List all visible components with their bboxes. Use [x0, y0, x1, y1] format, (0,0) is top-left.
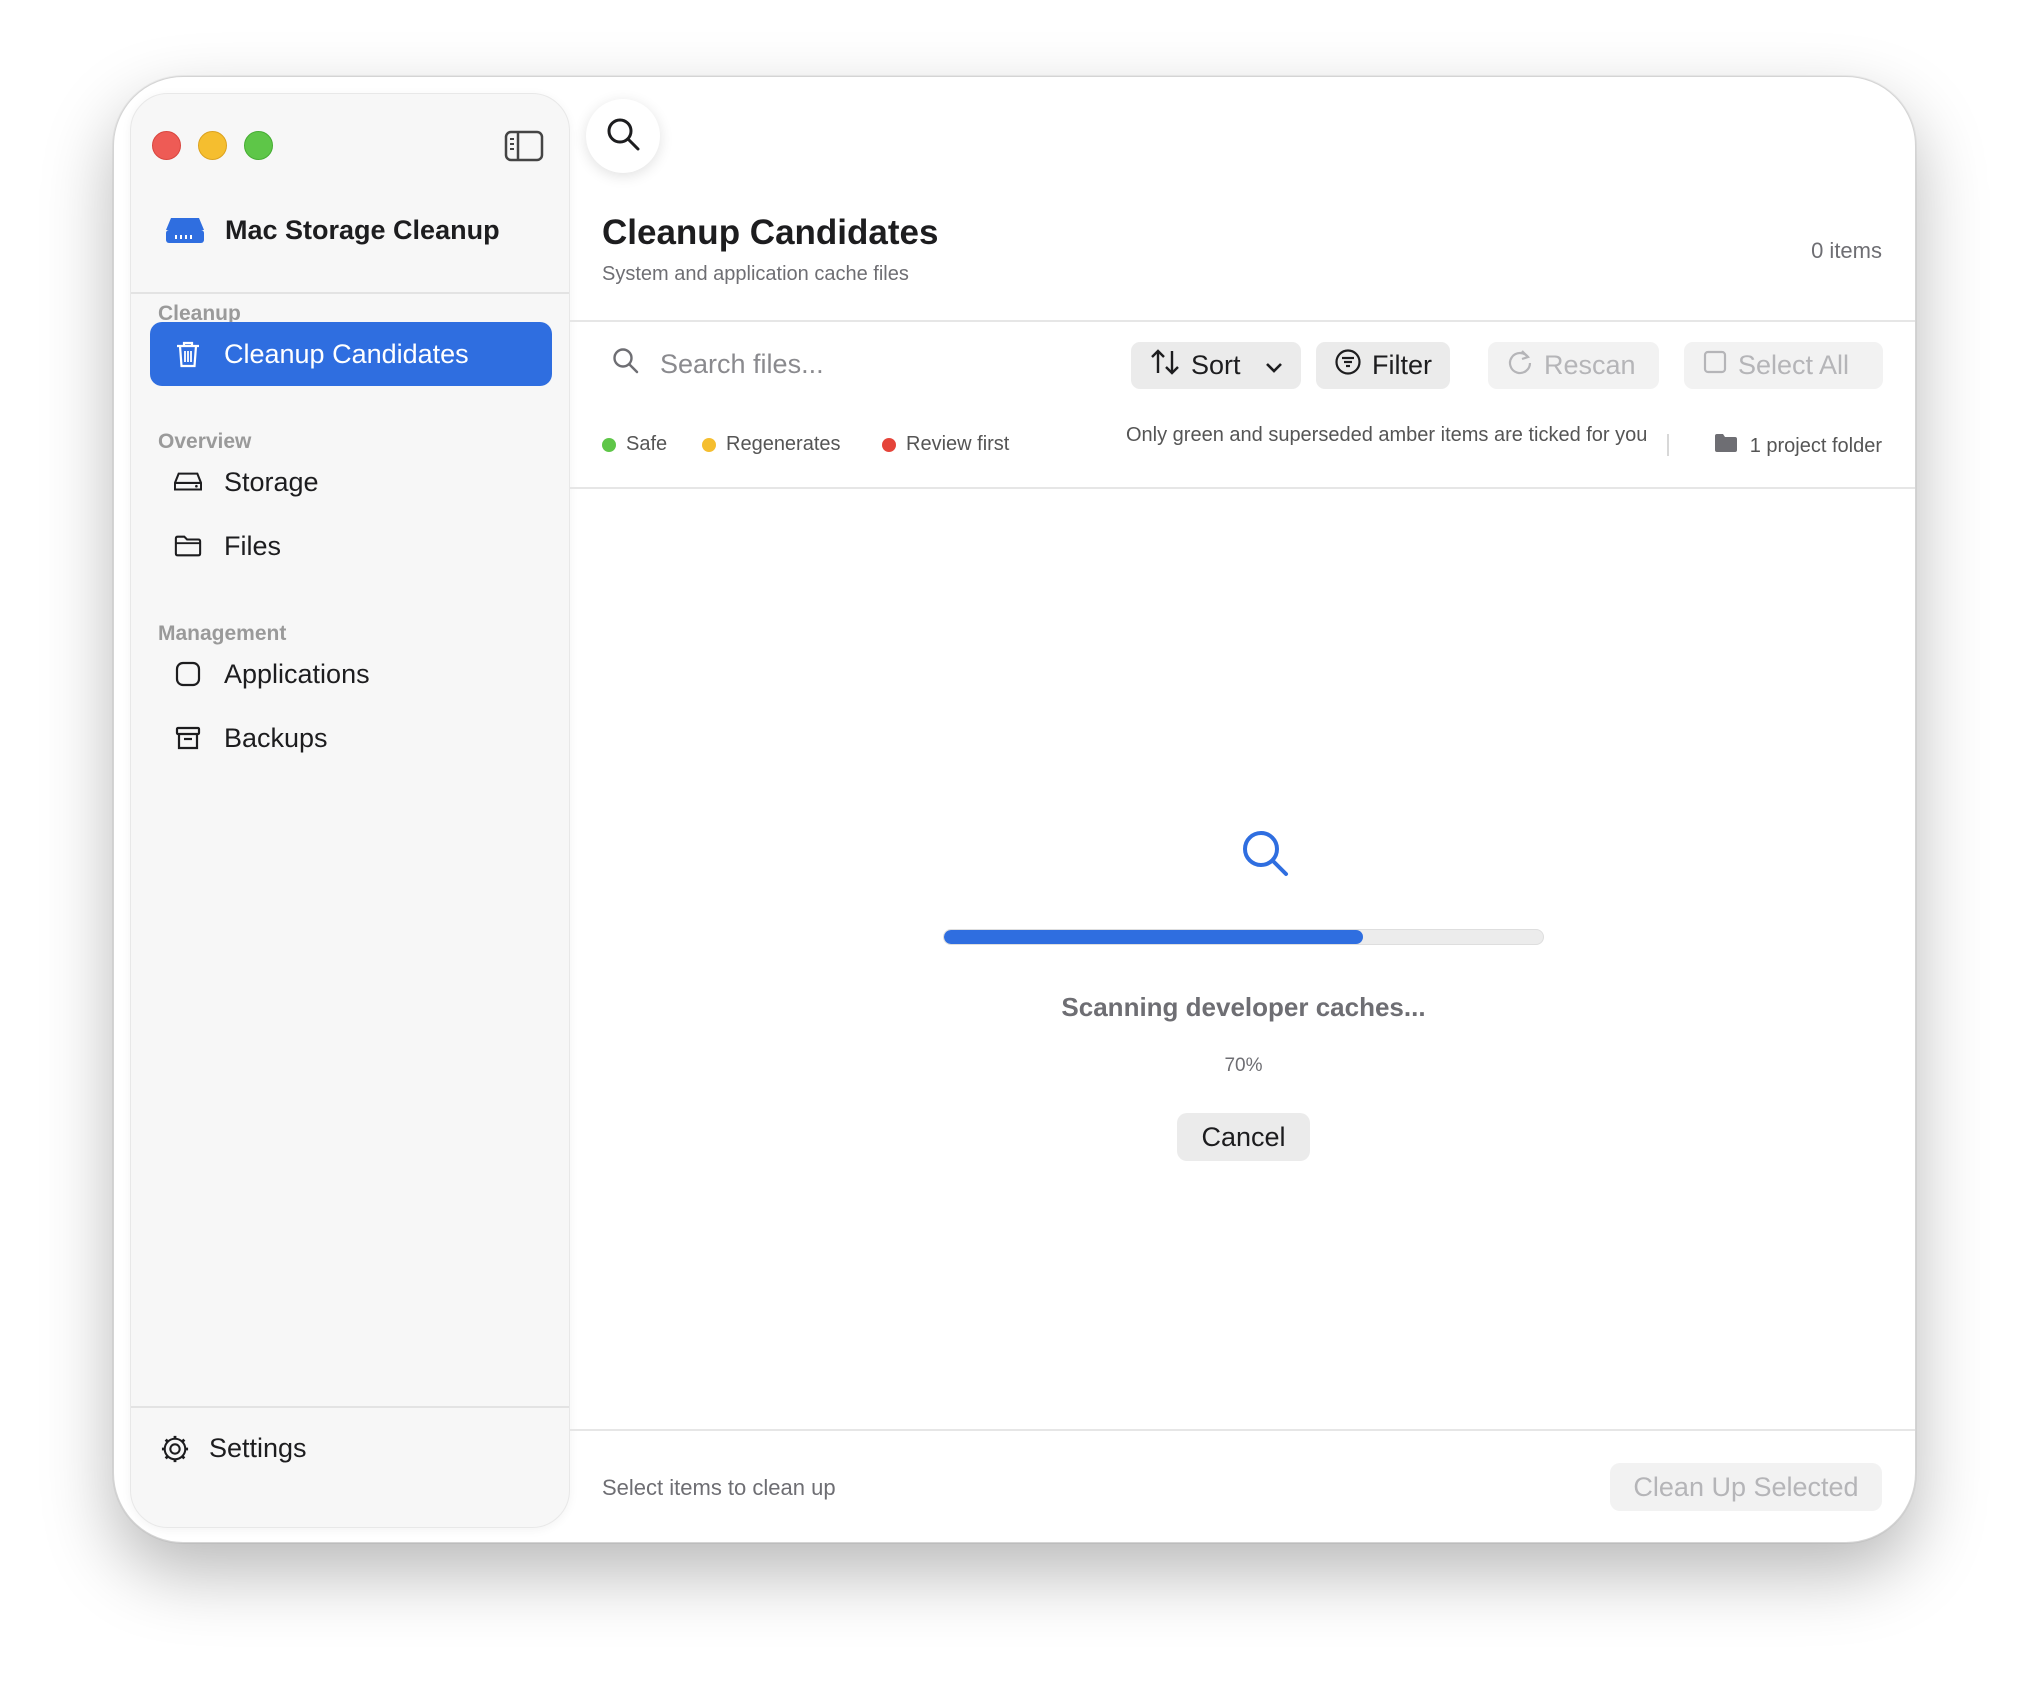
folder-icon: [1714, 433, 1738, 459]
folder-icon: [174, 532, 202, 560]
archive-icon: [174, 724, 202, 752]
sidebar-item-label: Backups: [224, 722, 328, 753]
gear-icon: [161, 1435, 189, 1463]
app-brand: Mac Storage Cleanup: [165, 214, 500, 246]
search-placeholder: Search files...: [660, 349, 824, 379]
window-controls: [152, 131, 273, 160]
footer-divider: [570, 1429, 1915, 1431]
filter-button[interactable]: Filter: [1316, 342, 1450, 389]
clean-up-selected-button[interactable]: Clean Up Selected: [1610, 1463, 1882, 1511]
sidebar-item-label: Cleanup Candidates: [224, 338, 469, 369]
app-window: Mac Storage Cleanup Cleanup Cleanup Cand…: [113, 76, 1916, 1543]
sidebar-toggle-icon[interactable]: [504, 130, 544, 162]
search-button[interactable]: [586, 99, 660, 173]
filter-label: Filter: [1372, 350, 1432, 380]
selection-note: Only green and superseded amber items ar…: [1126, 424, 1648, 446]
vertical-divider: [1667, 434, 1669, 456]
search-icon: [605, 116, 641, 157]
legend-label: Review first: [906, 433, 1010, 455]
legend-dot: [702, 437, 716, 452]
legend-safe: Safe: [602, 433, 667, 456]
legend-label: Safe: [626, 433, 668, 455]
sort-arrows-icon: [1149, 348, 1181, 383]
settings-button[interactable]: Settings: [161, 1433, 307, 1464]
legend-regenerates: Regenerates: [702, 433, 841, 456]
checkbox-icon: [1702, 349, 1728, 382]
trash-icon: [174, 340, 202, 368]
header-divider: [570, 320, 1915, 322]
drive-icon: [174, 468, 202, 496]
item-count: 0 items: [1811, 238, 1882, 263]
scan-status: Scanning developer caches...: [1061, 992, 1426, 1022]
page-title: Cleanup Candidates: [602, 213, 939, 252]
zoom-button[interactable]: [244, 131, 273, 160]
legend-review-first: Review first: [882, 433, 1009, 456]
legend-dot: [602, 437, 616, 452]
sidebar-item-storage[interactable]: Storage: [150, 450, 552, 514]
sidebar: Mac Storage Cleanup Cleanup Cleanup Cand…: [130, 93, 570, 1528]
app-title: Mac Storage Cleanup: [225, 214, 500, 245]
cancel-button[interactable]: Cancel: [1177, 1113, 1310, 1161]
legend-dot: [882, 437, 896, 452]
progress-fill: [944, 930, 1364, 944]
minimize-button[interactable]: [198, 131, 227, 160]
rescan-label: Rescan: [1544, 350, 1636, 380]
select-all-label: Select All: [1738, 350, 1850, 380]
rescan-button[interactable]: Rescan: [1488, 342, 1659, 389]
project-folder-label: 1 project folder: [1749, 434, 1882, 457]
refresh-icon: [1506, 348, 1534, 383]
sidebar-divider: [131, 292, 569, 294]
sort-button[interactable]: Sort: [1131, 342, 1301, 389]
sidebar-item-applications[interactable]: Applications: [150, 642, 552, 706]
sidebar-item-cleanup-candidates[interactable]: Cleanup Candidates: [150, 322, 552, 386]
page-subtitle: System and application cache files: [602, 263, 909, 285]
toolbar-divider: [570, 487, 1915, 489]
magnifier-icon: [1239, 827, 1291, 879]
sidebar-item-backups[interactable]: Backups: [150, 706, 552, 770]
sidebar-divider: [131, 1406, 569, 1408]
filter-icon: [1334, 348, 1362, 383]
sidebar-item-label: Applications: [224, 658, 370, 689]
search-input[interactable]: Search files...: [612, 347, 824, 382]
chevron-down-icon: [1265, 350, 1283, 381]
app-icon: [174, 660, 202, 688]
sidebar-item-label: Files: [224, 530, 282, 561]
sidebar-item-label: Storage: [224, 466, 319, 497]
drive-icon: [165, 214, 205, 246]
select-all-button[interactable]: Select All: [1684, 342, 1883, 389]
scan-progress-bar: [943, 929, 1544, 945]
footer-status: Select items to clean up: [602, 1475, 836, 1500]
project-folder-info: 1 project folder: [1714, 433, 1882, 459]
scan-percent: 70%: [1224, 1055, 1263, 1076]
sidebar-item-files[interactable]: Files: [150, 514, 552, 578]
sort-label: Sort: [1191, 350, 1241, 380]
close-button[interactable]: [152, 131, 181, 160]
legend-label: Regenerates: [726, 433, 841, 455]
search-icon: [612, 347, 640, 382]
settings-label: Settings: [209, 1433, 307, 1463]
